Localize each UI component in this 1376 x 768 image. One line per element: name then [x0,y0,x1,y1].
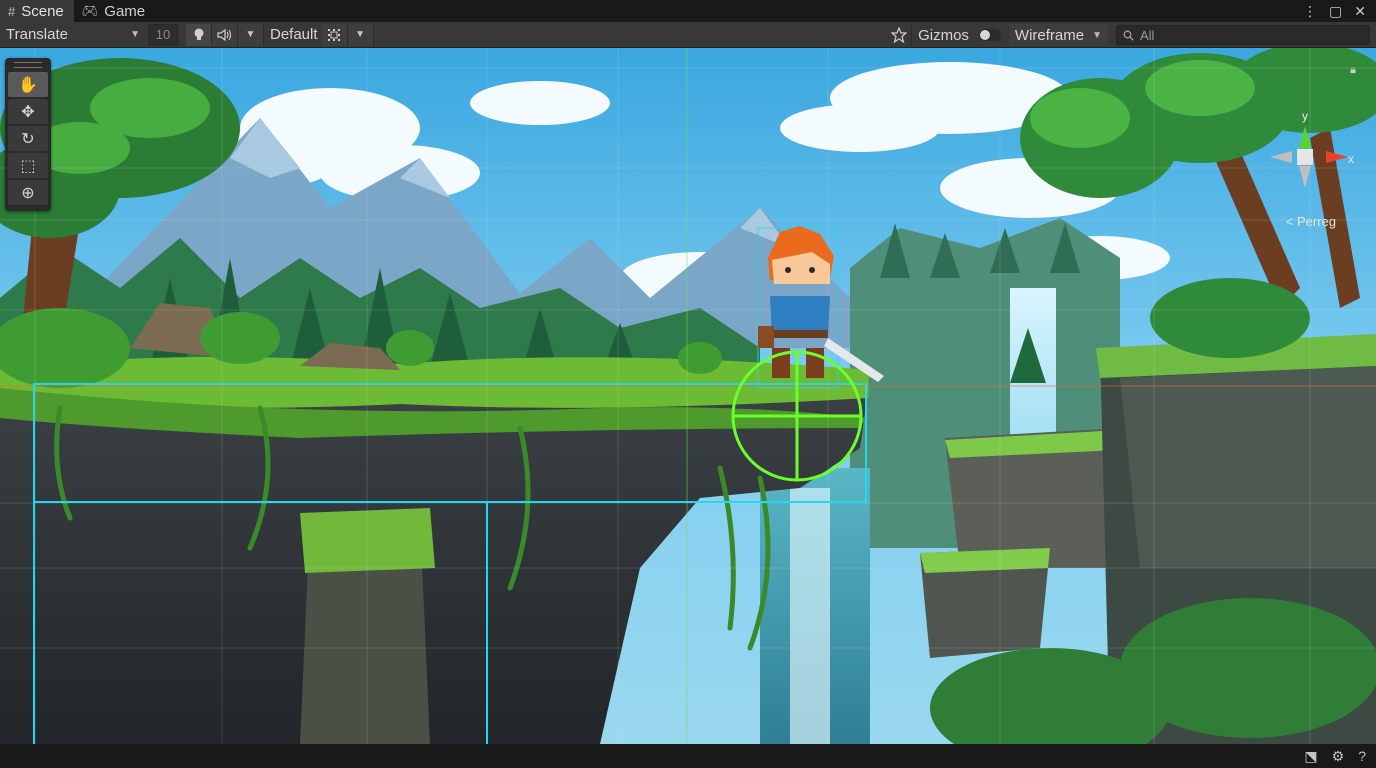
gizmos-toggle[interactable] [978,29,1001,41]
effects-grid-icon [328,28,341,41]
palette-drag-handle[interactable] [14,62,42,68]
render-mode-dropdown[interactable]: Wireframe ▼ [1008,24,1108,46]
rect-tool-button[interactable]: ⬚ [8,153,48,178]
lightbulb-icon [194,28,203,40]
gizmo-neg-y-axis[interactable] [1299,166,1311,188]
move-icon: ✥ [21,103,35,121]
lighting-toggle[interactable] [186,23,212,46]
gizmo-y-axis[interactable] [1299,126,1311,148]
gizmo-y-label: y [1302,109,1308,123]
tab-scene[interactable]: # Scene [0,0,74,22]
scene-artwork [0,48,1376,744]
gizmo-neg-x-axis[interactable] [1270,151,1292,163]
collapse-icon[interactable]: ⬔ [1304,748,1317,765]
status-bar: ⬔ ⚙ ? [0,744,1376,768]
gizmo-center-cube[interactable] [1297,149,1313,165]
render-mode-label: Wireframe [1014,26,1085,44]
window-controls: ⋮ ▢ ✕ [1303,0,1366,22]
chevron-down-icon: ▼ [130,29,140,40]
orientation-gizmo[interactable]: y x [1268,108,1358,208]
tab-game[interactable]: 🎮︎ Game [74,0,155,22]
search-placeholder: All [1140,27,1155,43]
maximize-icon[interactable]: ▢ [1329,3,1342,20]
move-tool-button[interactable]: ✥ [8,99,48,124]
close-icon[interactable]: ✕ [1354,3,1366,20]
effects-dropdown[interactable]: ▼ [347,23,374,46]
gizmos-label[interactable]: Gizmos [918,27,969,44]
rotate-tool-button[interactable]: ↻ [8,126,48,151]
more-options-icon[interactable]: ⋮ [1303,3,1317,20]
hand-icon: ✋ [18,76,38,94]
gizmo-x-axis[interactable] [1326,151,1348,163]
tool-mode-dropdown[interactable]: Translate ▼ [0,24,146,46]
scene-tab-bar: # Scene 🎮︎ Game ⋮ ▢ ✕ [0,0,1376,22]
favorites-button[interactable] [886,24,913,46]
gizmo-x-label: x [1348,152,1354,166]
scene-viewport[interactable]: y x < Perreg 🔒︎ [0,48,1376,744]
debug-icon[interactable]: ⚙ [1332,748,1345,765]
chevron-down-icon: ▼ [355,29,365,40]
search-input[interactable]: All [1116,25,1370,45]
help-icon[interactable]: ? [1358,748,1366,765]
hand-tool-button[interactable]: ✋ [8,72,48,97]
transform-tool-button[interactable]: ⊕ [8,180,48,205]
status-icons: ⬔ ⚙ ? [1304,748,1366,765]
toolbar-right-group: Gizmos Wireframe ▼ All [886,24,1370,46]
layer-label: Default [270,26,318,43]
rect-icon: ⬚ [20,157,36,175]
scene-toolbar: Translate ▼ 10 ▼ Default ▼ Gizmos Wirefr… [0,22,1376,48]
audio-dropdown[interactable]: ▼ [238,23,264,46]
chevron-down-icon: ▼ [1092,29,1102,41]
search-icon [1123,30,1134,41]
tool-mode-label: Translate [6,26,68,43]
tab-scene-label: Scene [21,2,64,20]
tool-palette: ✋ ✥ ↻ ⬚ ⊕ [5,58,51,211]
chevron-down-icon: ▼ [245,29,256,40]
star-icon [890,27,907,43]
transform-icon: ⊕ [21,184,35,202]
lock-icon[interactable]: 🔒︎ [1350,64,1356,77]
layer-dropdown[interactable]: Default [264,24,322,46]
scene-grid-icon: # [8,3,16,19]
tab-game-label: Game [104,2,146,20]
audio-toggle[interactable] [212,23,238,46]
projection-label[interactable]: < Perreg [1286,214,1336,229]
effects-toggle[interactable] [321,23,348,46]
rotate-icon: ↻ [21,130,35,148]
gamepad-icon: 🎮︎ [81,3,99,18]
speaker-icon [216,28,231,41]
snap-value-field[interactable]: 10 [148,23,178,46]
